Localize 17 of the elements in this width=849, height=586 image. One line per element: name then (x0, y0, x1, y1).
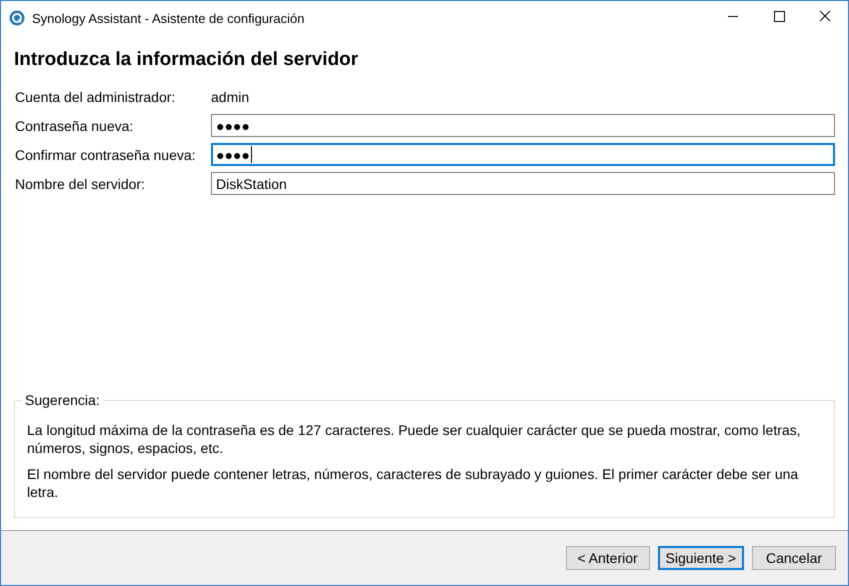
field-label: Cuenta del administrador: (14, 88, 176, 104)
field-label: Contraseña nueva: (14, 118, 134, 134)
hint-text: El nombre del servidor puede contener letras, números, caracteres de subrayado y guiones. El primer carácter debe ser una letra. (27, 465, 800, 501)
wizard-button[interactable]: Siguiente > (658, 546, 744, 570)
field-value: admin (211, 88, 250, 104)
hint-title: Sugerencia: (22, 392, 103, 408)
input-field[interactable]: ●●●● (211, 143, 835, 166)
page-heading: Introduzca la información del servidor (14, 49, 360, 71)
input-field[interactable]: DiskStation (211, 172, 835, 195)
hint-text: La longitud máxima de la contraseña es de 127 caracteres. Puede ser cualquier carácter que se pueda mostrar, como letras, números, signos, espacios, etc. (27, 421, 802, 457)
field-label: Nombre del servidor: (14, 176, 146, 192)
app-logo-icon (9, 10, 25, 26)
input-field[interactable]: ●●●● (211, 114, 835, 137)
wizard-button[interactable]: < Anterior (566, 546, 650, 570)
window-title: Synology Assistant - Asistente de configuración (32, 10, 306, 26)
field-label: Confirmar contraseña nueva: (14, 146, 197, 162)
wizard-button[interactable]: Cancelar (752, 546, 836, 570)
